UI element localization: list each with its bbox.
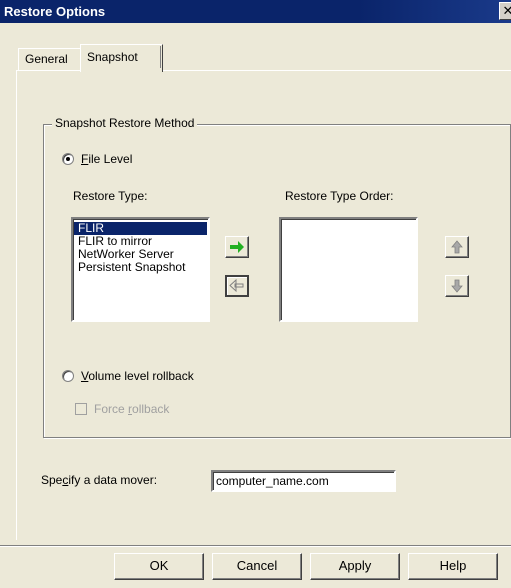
data-mover-input[interactable] <box>211 470 396 492</box>
force-rollback-prefix: Force <box>94 402 129 416</box>
data-mover-label: Specify a data mover: <box>41 473 157 487</box>
arrow-right-icon <box>230 241 244 253</box>
tab-snapshot[interactable]: Snapshot <box>80 44 163 72</box>
group-label: Snapshot Restore Method <box>52 116 198 130</box>
window-title: Restore Options <box>4 4 106 19</box>
close-button[interactable]: ✕ <box>499 2 511 20</box>
force-rollback-checkbox[interactable] <box>75 403 87 415</box>
help-button[interactable]: Help <box>408 553 498 580</box>
volume-level-rollback-label[interactable]: Volume level rollback <box>81 369 194 383</box>
volume-level-label-rest: olume level rollback <box>88 369 194 383</box>
add-restore-type-button[interactable] <box>225 236 249 258</box>
file-level-radio[interactable] <box>62 153 74 165</box>
move-up-icon <box>451 240 463 254</box>
file-level-label-rest: ile Level <box>88 152 133 166</box>
remove-restore-type-button[interactable] <box>225 275 249 297</box>
restore-type-order-label: Restore Type Order: <box>285 189 394 203</box>
tab-general[interactable]: General <box>18 48 81 70</box>
force-rollback-label: Force rollback <box>94 402 169 416</box>
close-icon: ✕ <box>502 3 511 18</box>
volume-level-rollback-radio[interactable] <box>62 370 74 382</box>
ok-button[interactable]: OK <box>114 553 204 580</box>
move-down-icon <box>451 279 463 293</box>
restore-type-label: Restore Type: <box>73 189 148 203</box>
move-up-button[interactable] <box>445 236 469 258</box>
restore-type-order-list[interactable] <box>279 217 418 322</box>
restore-options-dialog: Restore Options ✕ General Snapshot Snaps… <box>0 0 511 588</box>
move-down-button[interactable] <box>445 275 469 297</box>
arrow-left-icon <box>229 279 244 293</box>
apply-button[interactable]: Apply <box>310 553 400 580</box>
data-mover-prefix: Spe <box>41 473 63 487</box>
force-rollback-label-rest: ollback <box>132 402 170 416</box>
tab-general-label: General <box>25 52 68 66</box>
tab-snapshot-label: Snapshot <box>87 50 138 64</box>
separator <box>0 545 511 547</box>
restore-type-list[interactable]: FLIR FLIR to mirror NetWorker Server Per… <box>71 217 210 322</box>
file-level-label[interactable]: File Level <box>81 152 132 166</box>
data-mover-label-rest: ify a data mover: <box>68 473 158 487</box>
cancel-button[interactable]: Cancel <box>212 553 302 580</box>
list-item[interactable]: Persistent Snapshot <box>74 261 207 274</box>
title-bar: Restore Options ✕ <box>0 0 511 23</box>
